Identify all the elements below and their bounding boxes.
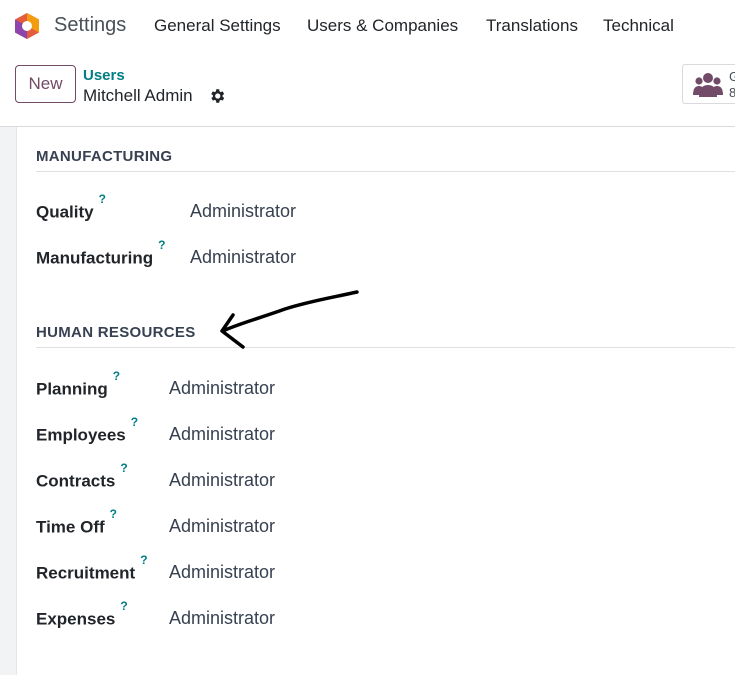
help-tooltip-icon[interactable]: ?: [99, 192, 106, 206]
menu-translations[interactable]: Translations: [486, 16, 578, 36]
menu-technical[interactable]: Technical: [603, 16, 674, 36]
help-tooltip-icon[interactable]: ?: [131, 415, 138, 429]
field-row-contracts: Contracts? Administrator: [36, 461, 726, 495]
sheet-background: [0, 127, 16, 675]
groups-smart-button[interactable]: G 8: [682, 64, 735, 104]
help-tooltip-icon[interactable]: ?: [140, 553, 147, 567]
field-label-quality: Quality?: [36, 192, 106, 222]
field-value-expenses[interactable]: Administrator: [169, 608, 275, 629]
field-row-expenses: Expenses? Administrator: [36, 599, 726, 633]
field-value-quality[interactable]: Administrator: [190, 201, 296, 222]
field-label-employees: Employees?: [36, 415, 139, 445]
field-label-expenses: Expenses?: [36, 599, 128, 629]
smart-button-label: G: [729, 69, 735, 84]
field-label-planning: Planning?: [36, 369, 121, 399]
field-row-planning: Planning? Administrator: [36, 369, 726, 403]
field-value-employees[interactable]: Administrator: [169, 424, 275, 445]
help-tooltip-icon[interactable]: ?: [110, 507, 117, 521]
field-value-recruitment[interactable]: Administrator: [169, 562, 275, 583]
menu-general-settings[interactable]: General Settings: [154, 16, 281, 36]
top-navbar: Settings General Settings Users & Compan…: [0, 0, 735, 52]
field-label-time-off: Time Off?: [36, 507, 117, 537]
field-row-employees: Employees? Administrator: [36, 415, 726, 449]
menu-users-companies[interactable]: Users & Companies: [307, 16, 458, 36]
field-row-quality: Quality? Administrator: [36, 192, 726, 226]
gear-icon[interactable]: [208, 87, 226, 105]
help-tooltip-icon[interactable]: ?: [113, 369, 120, 383]
app-logo-icon[interactable]: [14, 12, 40, 40]
field-row-manufacturing: Manufacturing? Administrator: [36, 238, 726, 272]
section-title-human-resources: HUMAN RESOURCES: [36, 324, 735, 348]
breadcrumb-current-record: Mitchell Admin: [83, 86, 193, 105]
field-row-recruitment: Recruitment? Administrator: [36, 553, 726, 587]
smart-button-count: 8: [729, 85, 735, 100]
field-row-time-off: Time Off? Administrator: [36, 507, 726, 541]
annotation-arrow: [220, 290, 359, 349]
field-value-planning[interactable]: Administrator: [169, 378, 275, 399]
field-label-manufacturing: Manufacturing?: [36, 238, 166, 268]
field-label-contracts: Contracts?: [36, 461, 128, 491]
new-button[interactable]: New: [15, 65, 76, 103]
control-panel: New Users Mitchell Admin G 8: [0, 52, 735, 127]
field-value-time-off[interactable]: Administrator: [169, 516, 275, 537]
app-name[interactable]: Settings: [54, 14, 126, 37]
section-title-manufacturing: MANUFACTURING: [36, 148, 735, 172]
field-value-contracts[interactable]: Administrator: [169, 470, 275, 491]
field-label-recruitment: Recruitment?: [36, 553, 148, 583]
help-tooltip-icon[interactable]: ?: [120, 599, 127, 613]
help-tooltip-icon[interactable]: ?: [158, 238, 165, 252]
help-tooltip-icon[interactable]: ?: [120, 461, 127, 475]
breadcrumb-users[interactable]: Users: [83, 67, 125, 84]
field-value-manufacturing[interactable]: Administrator: [190, 247, 296, 268]
users-group-icon: [693, 73, 723, 97]
